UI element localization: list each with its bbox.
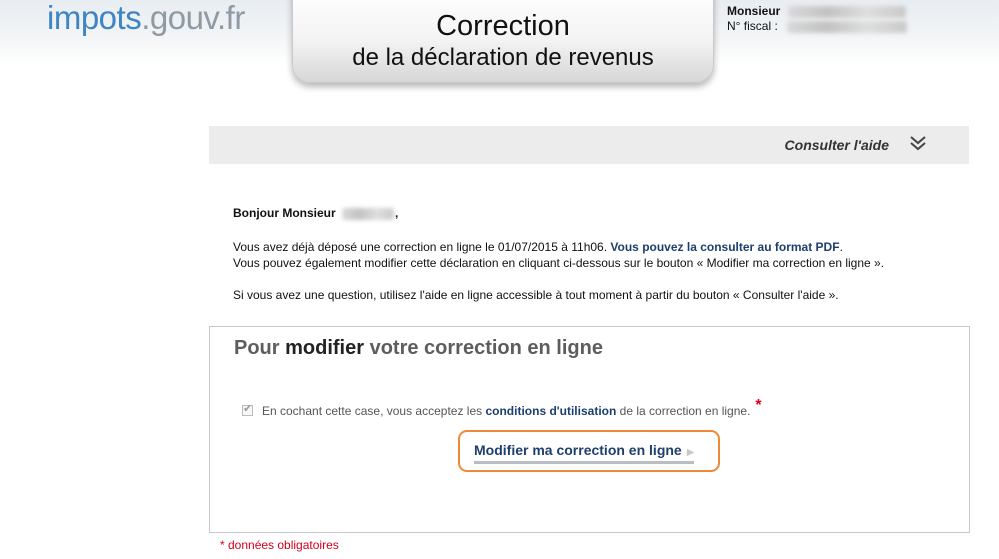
- redacted-user-name: [787, 5, 906, 18]
- panel-title-pre: Pour: [234, 337, 286, 359]
- logo-text-secondary: .gouv.fr: [141, 0, 245, 36]
- modify-button-content: Modifier ma correction en ligne ▶: [474, 442, 695, 464]
- greeting-end: ,: [395, 206, 399, 220]
- panel-title-post: votre correction en ligne: [364, 337, 603, 359]
- correction-info-end: .: [839, 240, 843, 254]
- redacted-fiscal-number: [787, 20, 908, 33]
- logo-text-primary: impots: [47, 0, 142, 36]
- help-info-text: Si vous avez une question, utilisez l'ai…: [233, 288, 839, 302]
- help-bar: Consulter l'aide: [209, 126, 969, 164]
- fiscal-number-label: N° fiscal :: [727, 19, 778, 33]
- consent-text-pre: En cochant cette case, vous acceptez les: [262, 404, 486, 418]
- modify-button-label: Modifier ma correction en ligne: [474, 442, 682, 458]
- user-title: Monsieur: [727, 4, 781, 18]
- modify-panel: Pour modifier votre correction en ligne …: [209, 326, 970, 533]
- consent-text-post: de la correction en ligne.: [616, 404, 751, 418]
- redacted-name: [342, 207, 395, 220]
- panel-title: Pour modifier votre correction en ligne: [234, 337, 603, 360]
- terms-checkbox[interactable]: ✔: [242, 403, 253, 416]
- arrow-right-icon: ▶: [686, 447, 695, 458]
- consent-row: ✔ En cochant cette case, vous acceptez le…: [242, 397, 762, 420]
- page-subtitle: de la déclaration de revenus: [352, 44, 654, 71]
- page-title-tab: Correction de la déclaration de revenus: [292, 0, 714, 83]
- panel-title-em: modifier: [285, 337, 365, 359]
- pdf-link[interactable]: Vous pouvez la consulter au format PDF: [610, 240, 839, 254]
- correction-info: Vous avez déjà déposé une correction en …: [233, 239, 953, 271]
- greeting: Bonjour Monsieur ,: [233, 205, 953, 221]
- terms-link[interactable]: conditions d'utilisation: [485, 404, 616, 418]
- message-area: Bonjour Monsieur , Vous avez déjà déposé…: [233, 205, 953, 303]
- site-logo[interactable]: impots.gouv.fr: [47, 0, 245, 40]
- check-mark-icon: ✔: [243, 403, 253, 415]
- help-button[interactable]: Consulter l'aide: [785, 137, 889, 153]
- user-info: Monsieur N° fiscal :: [727, 4, 908, 34]
- modify-info-text: Vous pouvez également modifier cette déc…: [233, 256, 885, 270]
- correction-info-text: Vous avez déjà déposé une correction en …: [233, 240, 611, 254]
- required-mark: *: [755, 397, 762, 414]
- mandatory-fields-note: * données obligatoires: [220, 538, 339, 552]
- double-chevron-down-icon[interactable]: [909, 134, 927, 157]
- page-title: Correction: [436, 10, 570, 42]
- greeting-text: Bonjour Monsieur: [233, 206, 336, 220]
- modify-correction-button[interactable]: Modifier ma correction en ligne ▶: [458, 430, 720, 472]
